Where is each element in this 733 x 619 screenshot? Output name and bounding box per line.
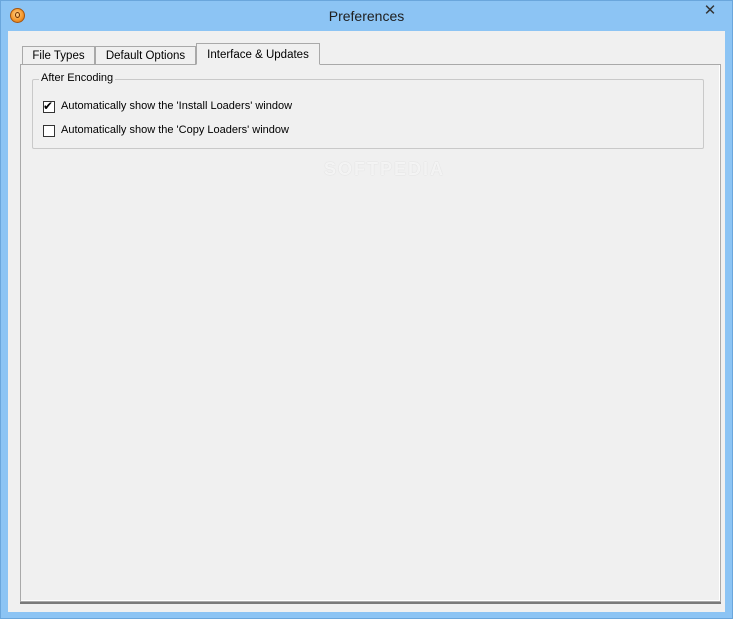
install-loaders-label[interactable]: Automatically show the 'Install Loaders'…: [61, 100, 292, 112]
tab-panel-interface-updates: After Encoding ✔ Automatically show the …: [20, 64, 721, 604]
after-encoding-group: After Encoding ✔ Automatically show the …: [32, 72, 704, 149]
close-icon[interactable]: ✕: [694, 1, 726, 21]
copy-loaders-label[interactable]: Automatically show the 'Copy Loaders' wi…: [61, 124, 289, 136]
tab-default-options[interactable]: Default Options: [95, 46, 196, 64]
preferences-window: Preferences ✕ File Types Default Options…: [0, 0, 733, 619]
tab-file-types[interactable]: File Types: [22, 46, 95, 64]
install-loaders-checkbox[interactable]: ✔: [43, 99, 55, 113]
tab-interface-updates[interactable]: Interface & Updates: [196, 43, 320, 65]
title-bar[interactable]: Preferences ✕: [1, 1, 732, 31]
copy-loaders-checkbox[interactable]: [43, 125, 55, 137]
group-title: After Encoding: [39, 72, 116, 84]
window-title: Preferences: [328, 8, 405, 24]
checkmark-icon: ✔: [43, 99, 54, 113]
client-area: File Types Default Options Interface & U…: [8, 31, 725, 612]
softpedia-watermark: SOFTPEDIA: [324, 159, 446, 179]
